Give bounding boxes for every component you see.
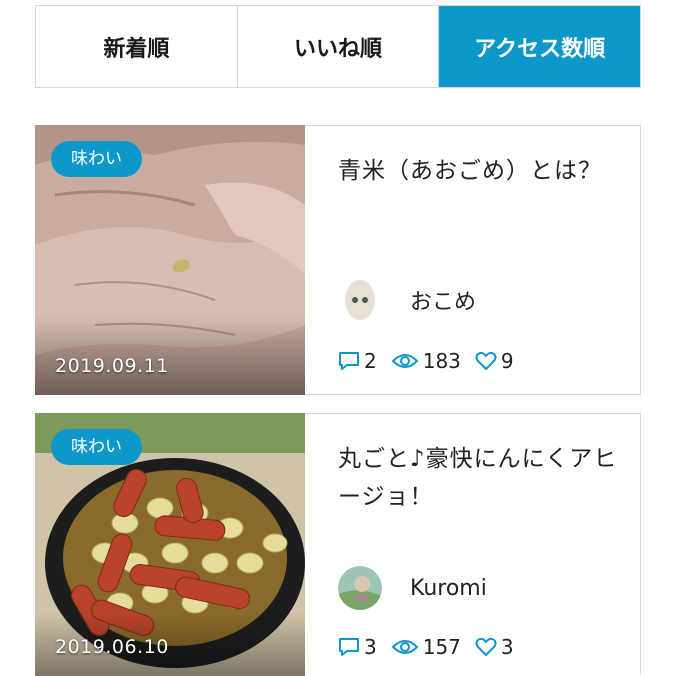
view-count: 183 <box>391 349 461 373</box>
comment-count: 3 <box>338 635 377 659</box>
heart-icon <box>475 637 497 656</box>
comment-count-value: 3 <box>364 635 377 659</box>
rice-grain-avatar-icon <box>345 280 375 320</box>
post-title[interactable]: 青米（あおごめ）とは？ <box>338 152 623 190</box>
post-title[interactable]: 丸ごと♪豪快にんにくアヒージョ！ <box>338 440 623 516</box>
avatar <box>338 278 382 322</box>
eye-icon <box>391 640 419 654</box>
post-stats: 2 183 9 <box>338 346 528 376</box>
author-name: Kuromi <box>410 575 487 601</box>
like-count-value: 9 <box>500 349 514 373</box>
post-author[interactable]: おこめ <box>338 278 476 322</box>
view-count: 157 <box>391 635 461 659</box>
comment-count-value: 2 <box>364 349 377 373</box>
comment-icon <box>339 638 359 656</box>
like-count: 9 <box>475 349 514 373</box>
category-badge[interactable]: 味わい <box>51 429 142 465</box>
like-count: 3 <box>475 635 514 659</box>
post-card[interactable]: 味わい 2019.06.10 丸ごと♪豪快にんにくアヒージョ！ Kuromi 3 <box>35 413 641 676</box>
eye-icon <box>391 354 419 368</box>
author-name: おこめ <box>410 290 477 315</box>
post-author[interactable]: Kuromi <box>338 566 487 610</box>
avatar <box>338 566 382 610</box>
view-count-value: 157 <box>422 635 461 659</box>
like-count-value: 3 <box>500 635 514 659</box>
post-card[interactable]: 味わい 2019.09.11 青米（あおごめ）とは？ おこめ 2 183 9 <box>35 125 641 395</box>
tab-newest[interactable]: 新着順 <box>36 6 238 87</box>
comment-count: 2 <box>338 349 377 373</box>
user-photo-avatar-icon <box>338 566 382 610</box>
post-stats: 3 157 3 <box>338 632 528 662</box>
post-thumbnail[interactable]: 味わい 2019.09.11 <box>35 125 305 395</box>
sort-tabs: 新着順 いいね順 アクセス数順 <box>35 5 641 88</box>
post-date: 2019.06.10 <box>55 636 169 658</box>
heart-icon <box>475 351 497 370</box>
tab-access-count[interactable]: アクセス数順 <box>439 6 641 87</box>
view-count-value: 183 <box>422 349 461 373</box>
tab-likes[interactable]: いいね順 <box>237 6 440 87</box>
post-thumbnail[interactable]: 味わい 2019.06.10 <box>35 413 305 676</box>
comment-icon <box>339 352 359 370</box>
category-badge[interactable]: 味わい <box>51 141 142 177</box>
post-date: 2019.09.11 <box>55 355 169 377</box>
